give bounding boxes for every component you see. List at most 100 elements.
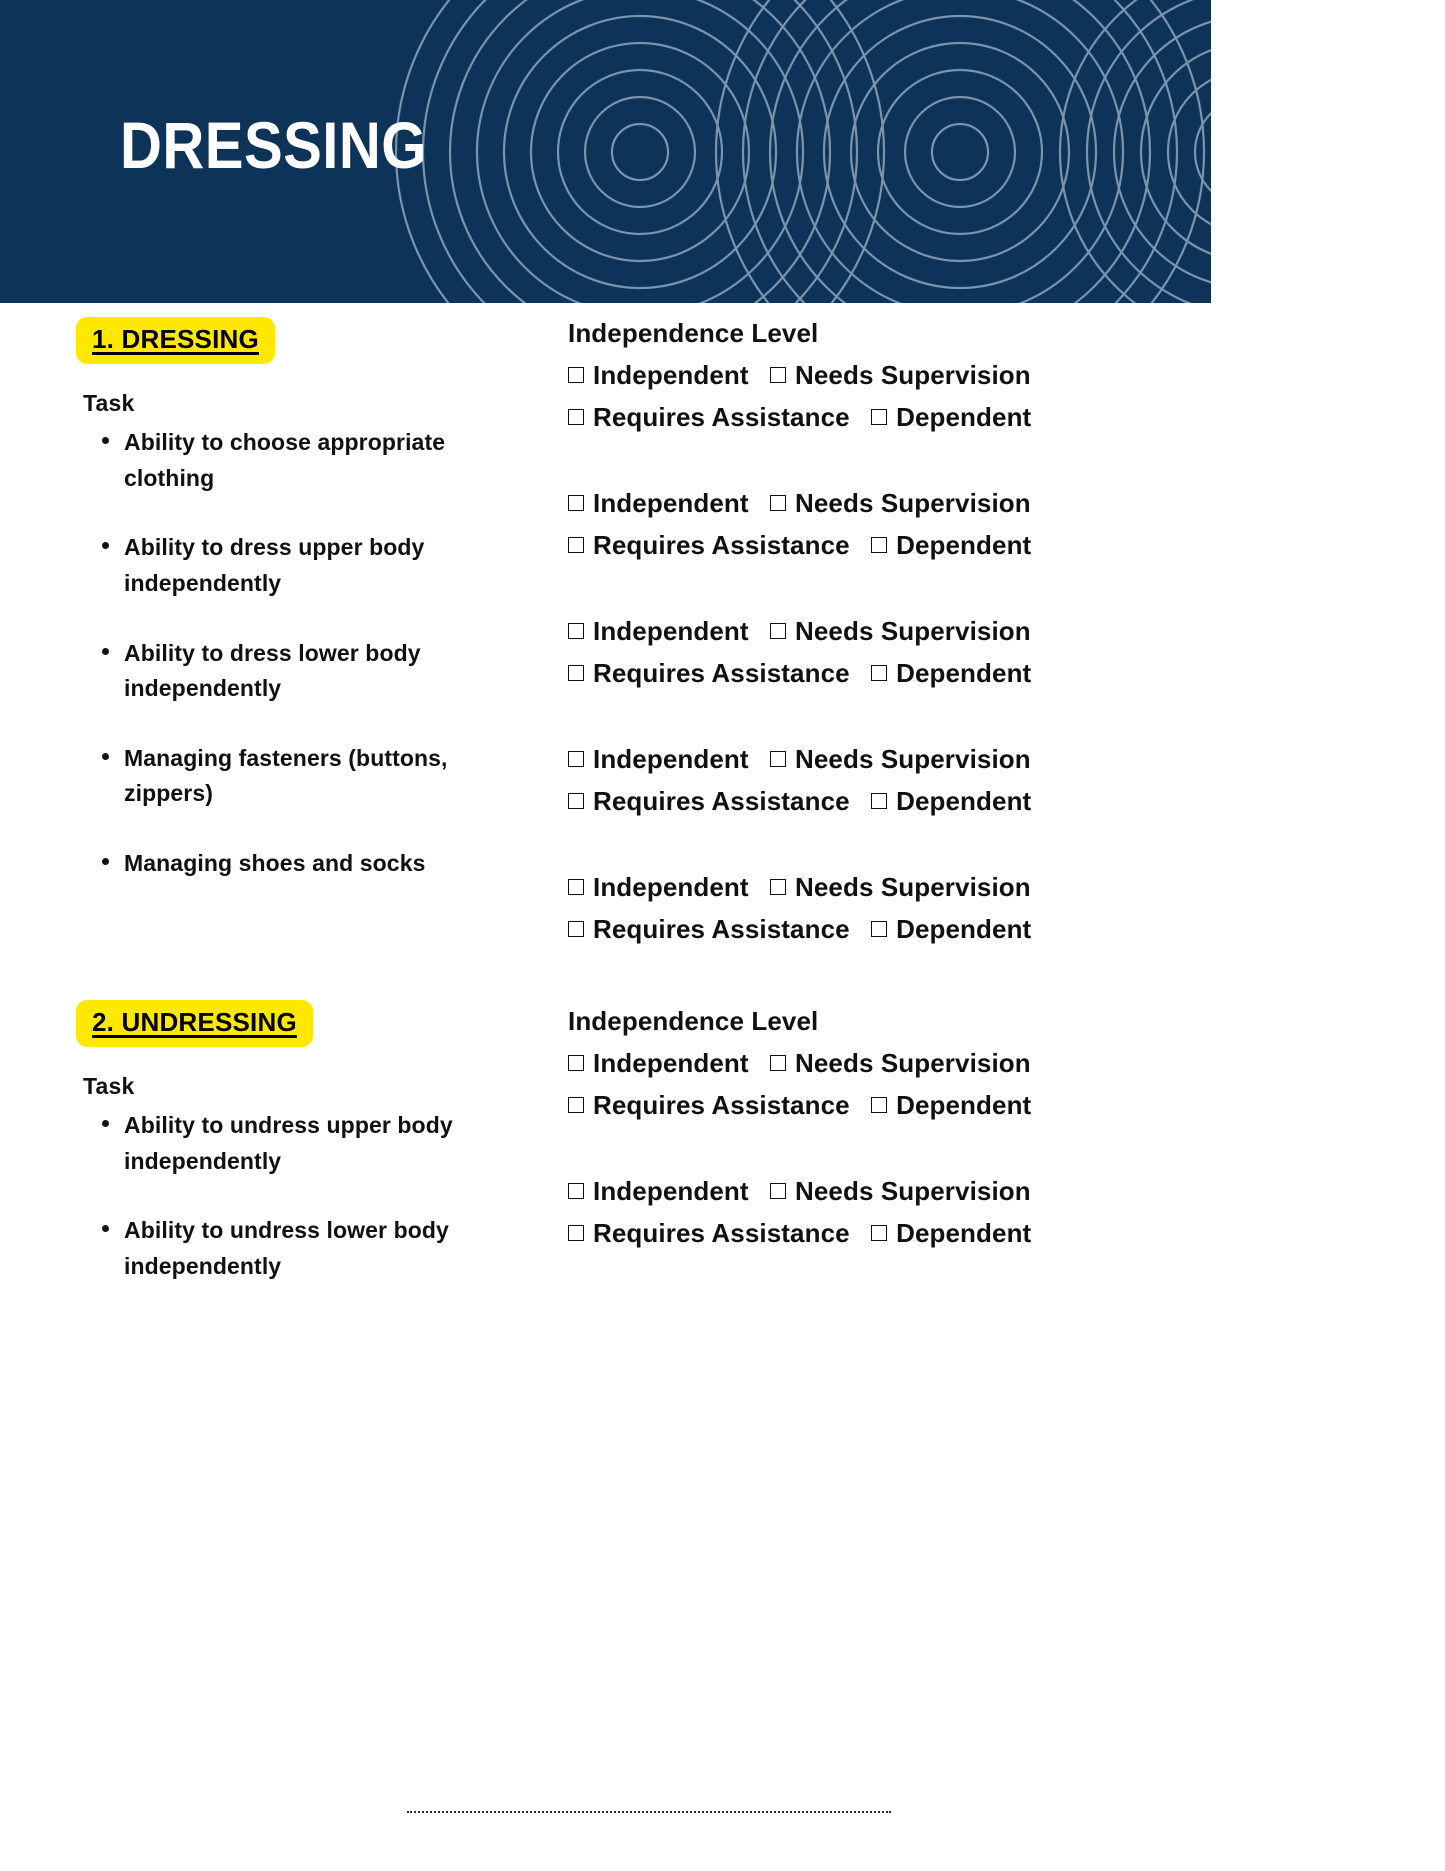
checkbox-icon[interactable]	[871, 793, 888, 810]
section-heading-badge: 2. UNDRESSING	[76, 1000, 313, 1047]
checkbox-icon[interactable]	[568, 494, 584, 511]
checkbox-icon[interactable]	[568, 793, 584, 810]
list-item: Ability to choose appropriate clothing	[76, 425, 516, 496]
option-independent[interactable]: Independent	[568, 1048, 749, 1078]
option-label: Independent	[593, 872, 749, 903]
option-needs-supervision[interactable]: Needs Supervision	[769, 744, 1031, 774]
option-needs-supervision[interactable]: Needs Supervision	[769, 872, 1031, 902]
checkbox-icon[interactable]	[568, 1096, 584, 1113]
option-dependent[interactable]: Dependent	[871, 402, 1031, 432]
checkbox-icon[interactable]	[568, 1182, 584, 1199]
option-label: Requires Assistance	[593, 1089, 850, 1120]
option-row: Independent Needs Supervision	[568, 354, 1188, 396]
list-item: Ability to dress lower body independentl…	[76, 636, 516, 707]
checkbox-icon[interactable]	[769, 879, 786, 896]
checkbox-icon[interactable]	[568, 665, 584, 682]
checkbox-icon[interactable]	[769, 1054, 786, 1071]
option-row: Requires Assistance Dependent	[568, 908, 1188, 950]
option-row: Independent Needs Supervision	[568, 610, 1188, 652]
option-row: Requires Assistance Dependent	[568, 1084, 1188, 1126]
option-label: Independent	[593, 615, 749, 646]
option-independent[interactable]: Independent	[568, 744, 749, 774]
option-group-list: Independent Needs Supervision Requires A…	[568, 354, 1188, 951]
option-needs-supervision[interactable]: Needs Supervision	[769, 1175, 1031, 1206]
option-requires-assistance[interactable]: Requires Assistance	[568, 402, 850, 432]
option-dependent[interactable]: Dependent	[871, 1090, 1031, 1120]
option-requires-assistance[interactable]: Requires Assistance	[568, 1090, 850, 1120]
option-independent[interactable]: Independent	[568, 360, 749, 390]
option-independent[interactable]: Independent	[568, 616, 749, 646]
option-row: Requires Assistance Dependent	[568, 780, 1188, 822]
option-requires-assistance[interactable]: Requires Assistance	[568, 786, 850, 816]
option-dependent[interactable]: Dependent	[871, 530, 1031, 560]
option-row: Independent Needs Supervision	[568, 738, 1188, 780]
option-requires-assistance[interactable]: Requires Assistance	[568, 914, 850, 944]
checkbox-icon[interactable]	[871, 665, 888, 682]
checkbox-icon[interactable]	[568, 751, 584, 768]
checkbox-icon[interactable]	[871, 1096, 888, 1113]
option-needs-supervision[interactable]: Needs Supervision	[769, 488, 1031, 518]
checkbox-icon[interactable]	[769, 366, 786, 383]
checkbox-icon[interactable]	[568, 536, 584, 553]
option-requires-assistance[interactable]: Requires Assistance	[568, 658, 850, 688]
option-group: Independent Needs Supervision Requires A…	[568, 1042, 1188, 1126]
independence-column-heading: Independence Level	[568, 1006, 819, 1036]
option-row: Requires Assistance Dependent	[568, 1212, 1188, 1254]
option-needs-supervision[interactable]: Needs Supervision	[769, 360, 1031, 390]
option-label: Requires Assistance	[593, 401, 850, 432]
option-group: Independent Needs Supervision Requires A…	[568, 482, 1188, 566]
option-independent[interactable]: Independent	[568, 488, 749, 518]
task-text: Ability to choose appropriate clothing	[124, 429, 446, 491]
option-needs-supervision[interactable]: Needs Supervision	[769, 1048, 1031, 1078]
section-task-column: 2. UNDRESSING Task Ability to undress up…	[76, 1000, 516, 1285]
page-header-banner: DRESSING	[0, 0, 1211, 303]
section-independence-column: Independence Level Independent Needs Sup…	[568, 317, 1188, 951]
option-group: Independent Needs Supervision Requires A…	[568, 866, 1188, 950]
option-label: Needs Supervision	[794, 1175, 1031, 1206]
option-label: Dependent	[896, 401, 1032, 432]
option-label: Requires Assistance	[593, 1217, 850, 1248]
option-label: Independent	[593, 487, 749, 518]
task-column-heading: Task	[83, 390, 135, 416]
option-label: Independent	[593, 744, 749, 775]
checkbox-icon[interactable]	[568, 408, 584, 425]
option-requires-assistance[interactable]: Requires Assistance	[568, 530, 850, 560]
option-label: Dependent	[896, 914, 1032, 945]
option-label: Needs Supervision	[794, 615, 1031, 646]
checkbox-icon[interactable]	[871, 408, 888, 425]
option-independent[interactable]: Independent	[568, 872, 749, 902]
option-label: Dependent	[896, 529, 1032, 560]
option-label: Dependent	[896, 1217, 1032, 1248]
option-requires-assistance[interactable]: Requires Assistance	[568, 1218, 850, 1248]
section-task-column: 1. DRESSING Task Ability to choose appro…	[76, 317, 516, 882]
option-group: Independent Needs Supervision Requires A…	[568, 354, 1188, 438]
checkbox-icon[interactable]	[568, 366, 584, 383]
checkbox-icon[interactable]	[871, 536, 888, 553]
checkbox-icon[interactable]	[568, 1054, 584, 1071]
checkbox-icon[interactable]	[568, 879, 584, 896]
option-independent[interactable]: Independent	[568, 1176, 749, 1206]
checkbox-icon[interactable]	[568, 622, 584, 639]
checkbox-icon[interactable]	[568, 921, 584, 938]
checkbox-icon[interactable]	[568, 1224, 584, 1241]
checkbox-icon[interactable]	[871, 1224, 888, 1241]
option-dependent[interactable]: Dependent	[871, 658, 1031, 688]
option-label: Dependent	[896, 786, 1032, 817]
option-dependent[interactable]: Dependent	[871, 914, 1031, 944]
checkbox-icon[interactable]	[871, 921, 888, 938]
list-item: Managing shoes and socks	[76, 846, 516, 882]
checkbox-icon[interactable]	[769, 494, 786, 511]
option-label: Requires Assistance	[593, 658, 850, 689]
option-dependent[interactable]: Dependent	[871, 1218, 1031, 1248]
option-label: Independent	[593, 359, 749, 390]
option-needs-supervision[interactable]: Needs Supervision	[769, 615, 1031, 646]
checkbox-icon[interactable]	[769, 751, 786, 768]
checkbox-icon[interactable]	[769, 1182, 786, 1199]
bullet-icon	[102, 542, 109, 550]
list-item: Ability to undress lower body independen…	[76, 1213, 516, 1284]
footer-divider	[407, 1811, 891, 1815]
checkbox-icon[interactable]	[769, 622, 786, 639]
option-row: Independent Needs Supervision	[568, 482, 1188, 524]
option-dependent[interactable]: Dependent	[871, 786, 1031, 816]
task-text: Ability to dress lower body independentl…	[124, 639, 421, 702]
